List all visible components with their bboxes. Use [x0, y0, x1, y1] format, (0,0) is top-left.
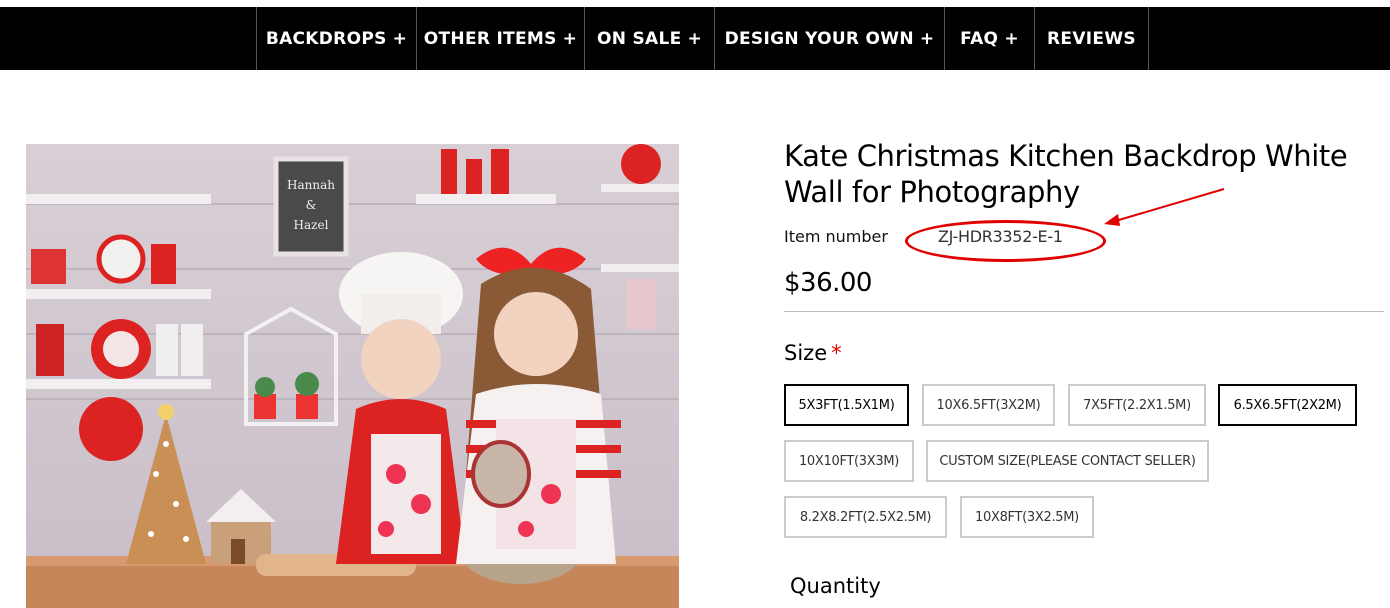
top-nav-bar: BACKDROPS + OTHER ITEMS + ON SALE + DESI… — [0, 7, 1390, 70]
size-option-label: 10X8FT(3X2.5M) — [975, 509, 1079, 525]
size-option-6-5x6-5ft[interactable]: 6.5X6.5FT(2X2M) — [1218, 384, 1357, 426]
nav-design-your-own[interactable]: DESIGN YOUR OWN + — [715, 7, 945, 70]
main-nav: BACKDROPS + OTHER ITEMS + ON SALE + DESI… — [256, 7, 1149, 70]
size-option-10x8ft[interactable]: 10X8FT(3X2.5M) — [960, 496, 1094, 538]
nav-design-your-own-label: DESIGN YOUR OWN — [724, 28, 914, 49]
size-option-10x10ft[interactable]: 10X10FT(3X3M) — [784, 440, 914, 482]
quantity-label: Quantity — [790, 574, 881, 598]
size-option-label: 7X5FT(2.2X1.5M) — [1083, 397, 1191, 413]
nav-expand-icon: + — [919, 28, 935, 49]
size-option-7x5ft[interactable]: 7X5FT(2.2X1.5M) — [1068, 384, 1206, 426]
annotation-highlight-oval — [905, 220, 1106, 262]
item-number-label: Item number — [784, 227, 888, 246]
size-option-label: 10X10FT(3X3M) — [798, 453, 900, 469]
size-option-label: CUSTOM SIZE(PLEASE CONTACT SELLER) — [939, 453, 1196, 469]
product-title: Kate Christmas Kitchen Backdrop White Wa… — [784, 139, 1348, 209]
size-option-10x6-5ft[interactable]: 10X6.5FT(3X2M) — [922, 384, 1055, 426]
nav-backdrops[interactable]: BACKDROPS + — [257, 7, 417, 70]
nav-expand-icon: + — [562, 28, 578, 49]
chalkboard-line-1: Hannah — [287, 178, 335, 192]
size-option-label: 5X3FT(1.5X1M) — [798, 397, 895, 413]
size-option-custom-size[interactable]: CUSTOM SIZE(PLEASE CONTACT SELLER) — [926, 440, 1209, 482]
chalkboard-line-3: Hazel — [294, 218, 329, 232]
size-label: Size * — [784, 341, 842, 365]
size-option-label: 8.2X8.2FT(2.5X2.5M) — [799, 509, 932, 525]
nav-other-items-label: OTHER ITEMS — [423, 28, 557, 49]
size-option-label: 6.5X6.5FT(2X2M) — [1233, 397, 1342, 413]
required-asterisk: * — [831, 341, 842, 365]
nav-on-sale[interactable]: ON SALE + — [585, 7, 715, 70]
size-label-text: Size — [784, 341, 828, 365]
product-image[interactable]: Hannah & Hazel — [26, 144, 679, 608]
chalkboard-line-2: & — [306, 198, 317, 212]
product-price: $36.00 — [784, 268, 872, 298]
size-option-label: 10X6.5FT(3X2M) — [936, 397, 1041, 413]
size-option-5x3ft[interactable]: 5X3FT(1.5X1M) — [784, 384, 909, 426]
nav-backdrops-label: BACKDROPS — [265, 28, 387, 49]
divider — [784, 311, 1384, 312]
nav-on-sale-label: ON SALE — [596, 28, 682, 49]
nav-faq-label: FAQ — [960, 28, 999, 49]
nav-reviews-label: REVIEWS — [1047, 28, 1136, 49]
nav-reviews[interactable]: REVIEWS — [1035, 7, 1149, 70]
nav-other-items[interactable]: OTHER ITEMS + — [417, 7, 585, 70]
size-option-8-2x8-2ft[interactable]: 8.2X8.2FT(2.5X2.5M) — [784, 496, 947, 538]
nav-expand-icon: + — [392, 28, 408, 49]
nav-faq[interactable]: FAQ + — [945, 7, 1035, 70]
nav-expand-icon: + — [687, 28, 703, 49]
nav-expand-icon: + — [1004, 28, 1019, 49]
annotation-arrow-icon — [1104, 188, 1225, 226]
